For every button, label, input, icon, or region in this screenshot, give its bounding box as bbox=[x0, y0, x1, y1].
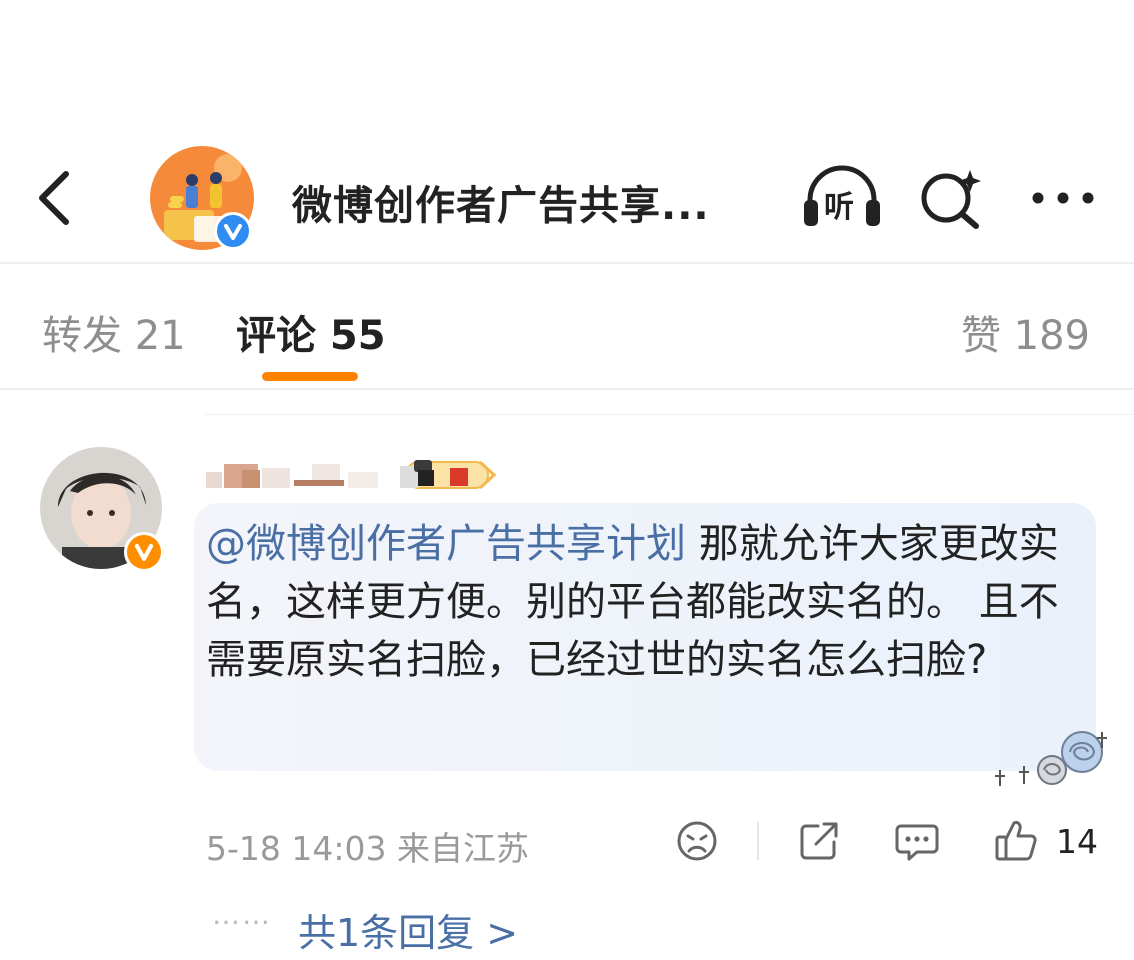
active-tab-indicator bbox=[262, 372, 358, 381]
tab-comment[interactable]: 评论 55 bbox=[236, 303, 386, 361]
reply-dots: …… bbox=[212, 898, 272, 931]
emoji-reaction-icon[interactable] bbox=[676, 820, 718, 862]
more-dots-icon[interactable] bbox=[1030, 186, 1096, 210]
action-separator bbox=[757, 822, 759, 860]
verified-badge-icon bbox=[214, 212, 252, 250]
view-replies-link[interactable]: 共1条回复 > bbox=[298, 902, 518, 957]
header-divider bbox=[0, 262, 1134, 264]
back-chevron-icon[interactable] bbox=[30, 168, 78, 228]
comment-location: 来自江苏 bbox=[397, 829, 529, 868]
username-redacted[interactable] bbox=[202, 458, 392, 490]
search-sparkle-icon[interactable] bbox=[918, 166, 984, 230]
tab-repost[interactable]: 转发 21 bbox=[42, 303, 186, 361]
share-icon[interactable] bbox=[798, 820, 840, 862]
tabs-divider bbox=[0, 388, 1134, 390]
like-count: 14 bbox=[1056, 822, 1098, 861]
mention-link[interactable]: @微博创作者广告共享计划 bbox=[206, 521, 686, 567]
listen-button[interactable]: 听 bbox=[800, 164, 884, 232]
vip-verified-badge-icon bbox=[124, 532, 164, 572]
rose-decoration-icon bbox=[995, 731, 1107, 786]
thumbs-up-icon[interactable] bbox=[994, 817, 1038, 863]
tab-like[interactable]: 赞 189 bbox=[961, 303, 1090, 361]
page-title: 微博创作者广告共享... bbox=[292, 183, 710, 229]
comment-icon[interactable] bbox=[895, 822, 939, 862]
comment-meta: 5-18 14:03 来自江苏 bbox=[206, 822, 529, 870]
section-divider bbox=[204, 414, 1134, 415]
listen-label: 听 bbox=[824, 190, 854, 225]
comment-text: @微博创作者广告共享计划 那就允许大家更改实名，这样更方便。别的平台都能改实名的… bbox=[206, 515, 1086, 689]
comment-timestamp: 5-18 14:03 bbox=[206, 829, 387, 868]
vip-level-badge-icon bbox=[400, 460, 496, 490]
